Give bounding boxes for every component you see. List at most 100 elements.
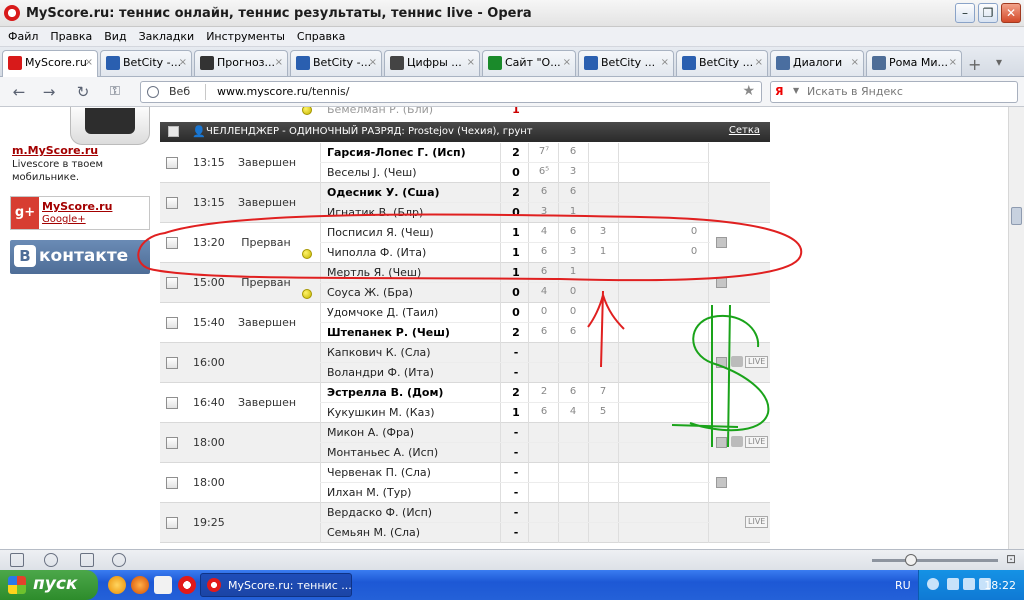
quicklaunch-firefox-icon[interactable]: [131, 576, 149, 594]
maximize-button[interactable]: ❐: [978, 3, 998, 23]
chat-icon[interactable]: [731, 436, 743, 447]
match-checkbox[interactable]: [166, 317, 178, 329]
tv-icon[interactable]: [716, 277, 727, 288]
player-name[interactable]: Монтаньес А. (Исп): [327, 446, 497, 459]
tab-close-icon[interactable]: ×: [467, 51, 475, 75]
new-tab-button[interactable]: +: [968, 55, 981, 74]
player-name[interactable]: Червенак П. (Сла): [327, 466, 497, 479]
match-checkbox[interactable]: [166, 357, 178, 369]
gplus-title[interactable]: MyScore.ru: [42, 200, 112, 213]
tab[interactable]: BetCity -... ×: [290, 50, 382, 76]
player-name[interactable]: Веселы J. (Чеш): [327, 166, 497, 179]
quicklaunch-opera-icon[interactable]: [108, 576, 126, 594]
search-field[interactable]: Я ▼ Искать в Яндекс: [770, 81, 1018, 103]
forward-icon[interactable]: →: [38, 82, 60, 102]
cloud-icon[interactable]: [44, 553, 58, 567]
phone-ad-image[interactable]: [70, 107, 150, 145]
tab[interactable]: Рома Ми... ×: [866, 50, 962, 76]
tab[interactable]: BetCity ... ×: [578, 50, 674, 76]
player-name[interactable]: Воландри Ф. (Ита): [327, 366, 497, 379]
player-name[interactable]: Чиполла Ф. (Ита): [327, 246, 497, 259]
tab[interactable]: MyScore.ru ×: [2, 50, 98, 77]
language-indicator[interactable]: RU: [895, 579, 911, 592]
tab-close-icon[interactable]: ×: [661, 51, 669, 75]
tab-close-icon[interactable]: ×: [851, 51, 859, 75]
match-checkbox[interactable]: [166, 197, 178, 209]
match-row[interactable]: 19:25 Вердаско Ф. (Исп) Семьян М. (Сла) - - L…: [160, 503, 770, 543]
tv-icon[interactable]: [716, 477, 727, 488]
player-name[interactable]: Вердаско Ф. (Исп): [327, 506, 497, 519]
match-row[interactable]: 13:15 Завершен Одесник У. (Сша) Игнатик В. …: [160, 183, 770, 223]
player-name[interactable]: Мертль Я. (Чеш): [327, 266, 497, 279]
tv-icon[interactable]: [716, 437, 727, 448]
tab[interactable]: BetCity ... ×: [676, 50, 768, 76]
tab[interactable]: Сайт "О... ×: [482, 50, 576, 76]
match-checkbox[interactable]: [166, 277, 178, 289]
match-row[interactable]: 16:00 Капкович К. (Сла) Воландри Ф. (Ита) -…: [160, 343, 770, 383]
zoom-slider-knob[interactable]: [905, 554, 917, 566]
match-row[interactable]: 13:15 Завершен Гарсия-Лопес Г. (Исп) Веселы…: [160, 143, 770, 183]
chat-icon[interactable]: [731, 356, 743, 367]
player-name[interactable]: Семьян М. (Сла): [327, 526, 497, 539]
live-badge[interactable]: LIVE: [745, 516, 769, 528]
player-name[interactable]: Посписил Я. (Чеш): [327, 226, 497, 239]
match-checkbox[interactable]: [166, 437, 178, 449]
tab[interactable]: BetCity -... ×: [100, 50, 192, 76]
player-name[interactable]: Эстрелла В. (Дом): [327, 386, 497, 399]
match-row[interactable]: 18:00 Червенак П. (Сла) Илхан М. (Тур) - -: [160, 463, 770, 503]
share-icon[interactable]: [80, 553, 94, 567]
tab-close-icon[interactable]: ×: [85, 51, 93, 75]
player-name[interactable]: Соуса Ж. (Бра): [327, 286, 497, 299]
match-row[interactable]: 13:20 Прерван Посписил Я. (Чеш) Чиполла Ф. …: [160, 223, 770, 263]
gplus-subtitle[interactable]: Google+: [42, 214, 86, 225]
quicklaunch-opera2-icon[interactable]: [178, 576, 196, 594]
match-checkbox[interactable]: [166, 237, 178, 249]
start-button[interactable]: пуск: [0, 570, 98, 600]
live-badge[interactable]: LIVE: [745, 436, 769, 448]
player-name[interactable]: Капкович К. (Сла): [327, 346, 497, 359]
close-button[interactable]: ✕: [1001, 3, 1021, 23]
player-name[interactable]: Гарсия-Лопес Г. (Исп): [327, 146, 497, 159]
tab-close-icon[interactable]: ×: [949, 51, 957, 75]
live-badge[interactable]: LIVE: [745, 356, 769, 368]
speed-dial-icon[interactable]: [112, 553, 126, 567]
vkontakte-button[interactable]: B контакте: [10, 240, 150, 274]
match-checkbox[interactable]: [166, 397, 178, 409]
zoom-fit-icon[interactable]: ⊡: [1006, 552, 1016, 566]
google-plus-widget[interactable]: g+ MyScore.ru Google+: [10, 196, 150, 230]
menu-item[interactable]: Инструменты: [206, 27, 285, 47]
tab-close-icon[interactable]: ×: [275, 51, 283, 75]
vertical-scrollbar[interactable]: [1008, 107, 1024, 549]
player-name[interactable]: Илхан М. (Тур): [327, 486, 497, 499]
reload-icon[interactable]: ↻: [72, 82, 94, 102]
menu-item[interactable]: Закладки: [139, 27, 195, 47]
panel-toggle-icon[interactable]: [10, 553, 24, 567]
scrollbar-thumb[interactable]: [1011, 207, 1022, 225]
menu-item[interactable]: Файл: [8, 27, 38, 47]
minimize-button[interactable]: –: [955, 3, 975, 23]
menu-item[interactable]: Правка: [50, 27, 92, 47]
tab-close-icon[interactable]: ×: [369, 51, 377, 75]
draw-link[interactable]: Сетка: [729, 125, 760, 136]
match-row[interactable]: 18:00 Микон А. (Фра) Монтаньес А. (Исп) - - L…: [160, 423, 770, 463]
tab[interactable]: Цифры ... ×: [384, 50, 480, 76]
key-icon[interactable]: ⚿: [104, 82, 126, 102]
player-name[interactable]: Игнатик В. (Блр): [327, 206, 497, 219]
tab-close-icon[interactable]: ×: [563, 51, 571, 75]
match-row[interactable]: 16:40 Завершен Эстрелла В. (Дом) Кукушкин М…: [160, 383, 770, 423]
match-row[interactable]: 15:40 Завершен Удомчоке Д. (Таил) Штепанек …: [160, 303, 770, 343]
tournament-checkbox[interactable]: [168, 126, 179, 137]
menu-item[interactable]: Справка: [297, 27, 345, 47]
tab-close-icon[interactable]: ×: [179, 51, 187, 75]
tray-volume-icon[interactable]: [963, 578, 975, 590]
player-name[interactable]: Одесник У. (Сша): [327, 186, 497, 199]
tray-expand-icon[interactable]: [927, 578, 939, 590]
player-name[interactable]: Кукушкин М. (Каз): [327, 406, 497, 419]
match-checkbox[interactable]: [166, 517, 178, 529]
tv-icon[interactable]: [716, 357, 727, 368]
player-name[interactable]: Удомчоке Д. (Таил): [327, 306, 497, 319]
zoom-slider-track[interactable]: [872, 559, 998, 562]
tray-network-icon[interactable]: [947, 578, 959, 590]
match-checkbox[interactable]: [166, 477, 178, 489]
quicklaunch-app-icon[interactable]: [154, 576, 172, 594]
